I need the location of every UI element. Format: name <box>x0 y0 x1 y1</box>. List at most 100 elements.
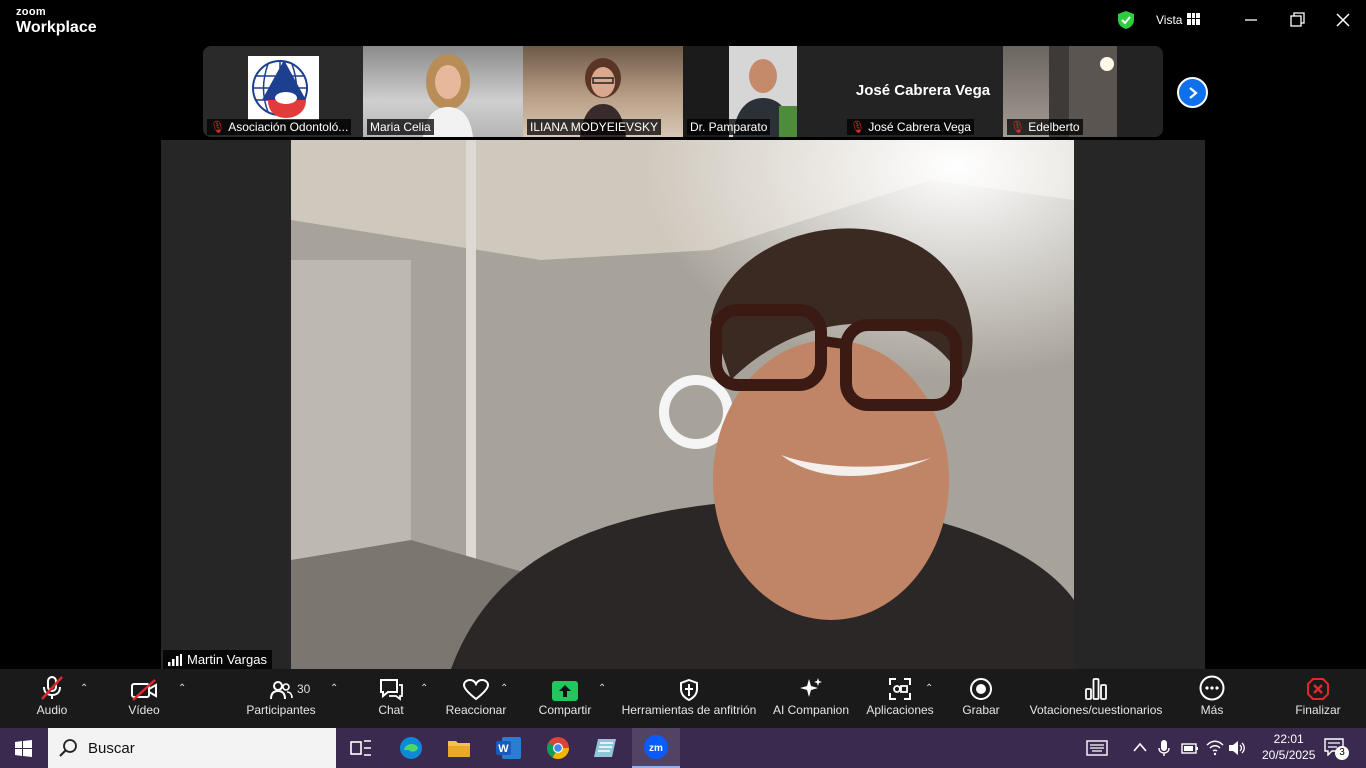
shield-icon <box>680 679 698 701</box>
participant-name: José Cabrera Vega <box>868 120 971 134</box>
react-button[interactable]: Reaccionar <box>445 669 507 728</box>
keyboard-layout-icon[interactable] <box>1086 740 1108 756</box>
volume-icon[interactable] <box>1228 740 1246 756</box>
speaker-video-frame <box>291 140 1074 669</box>
react-label: Reaccionar <box>445 703 507 717</box>
participant-name: Asociación Odontoló... <box>228 120 349 134</box>
participant-tile[interactable]: ILIANA MODYEIEVSKY <box>523 46 683 137</box>
polls-label: Votaciones/cuestionarios <box>1029 703 1163 717</box>
more-button[interactable]: Más <box>1192 669 1232 728</box>
task-view-button[interactable] <box>338 728 384 768</box>
participant-name: Edelberto <box>1028 120 1080 134</box>
record-button[interactable]: Grabar <box>960 669 1002 728</box>
participant-name: Dr. Pamparato <box>690 120 768 134</box>
search-placeholder: Buscar <box>88 739 135 757</box>
participants-button[interactable]: Participantes <box>245 669 317 728</box>
participant-name: Maria Celia <box>370 120 431 134</box>
apps-options-chevron-icon[interactable]: ⌃ <box>925 683 933 694</box>
audio-options-chevron-icon[interactable]: ⌃ <box>80 683 88 694</box>
brand-top: zoom <box>16 6 46 18</box>
file-explorer-button[interactable] <box>436 728 482 768</box>
chat-button[interactable]: Chat <box>370 669 412 728</box>
video-button[interactable]: Vídeo <box>122 669 166 728</box>
participants-options-chevron-icon[interactable]: ⌃ <box>330 683 338 694</box>
clock-date: 20/5/2025 <box>1262 748 1316 762</box>
zoom-icon: zm <box>644 735 668 759</box>
audio-label: Audio <box>36 703 68 717</box>
host-tools-button[interactable]: Herramientas de anfitrión <box>620 669 758 728</box>
notifications-button[interactable]: 3 <box>1324 738 1350 760</box>
participant-tile[interactable]: 🎙 Edelberto <box>1003 46 1117 137</box>
next-page-button[interactable] <box>1177 77 1208 108</box>
app-button[interactable] <box>583 728 629 768</box>
clock-time: 22:01 <box>1273 732 1304 746</box>
notes-app-icon <box>594 739 616 757</box>
end-meeting-button[interactable]: Finalizar <box>1294 669 1342 728</box>
chrome-icon <box>547 737 569 759</box>
polls-button[interactable]: Votaciones/cuestionarios <box>1028 669 1164 728</box>
title-bar: zoom Workplace Vista <box>0 0 1366 42</box>
camera-off-icon <box>131 679 157 701</box>
share-options-chevron-icon[interactable]: ⌃ <box>598 683 606 694</box>
chat-label: Chat <box>378 703 404 717</box>
windows-start-icon[interactable] <box>15 740 32 757</box>
restore-icon[interactable] <box>1287 10 1307 30</box>
audio-button[interactable]: Audio <box>30 669 74 728</box>
meeting-toolbar: Audio ⌃ Vídeo ⌃ Participantes 30 ⌃ Chat … <box>0 669 1366 728</box>
chevron-right-icon <box>1188 86 1198 99</box>
windows-taskbar: Buscar W zm 22:01 20/5/2025 3 <box>0 728 1366 768</box>
system-clock[interactable]: 22:01 20/5/2025 <box>1262 731 1315 763</box>
share-screen-icon <box>552 681 578 701</box>
sparkle-icon <box>800 678 822 697</box>
word-icon: W <box>496 737 521 759</box>
participant-tile[interactable]: Maria Celia <box>363 46 523 137</box>
view-menu-label[interactable]: Vista <box>1156 13 1182 27</box>
chat-options-chevron-icon[interactable]: ⌃ <box>420 683 428 694</box>
participant-label: Dr. Pamparato <box>687 119 771 135</box>
signal-strength-icon <box>168 653 182 666</box>
apps-icon <box>889 678 911 700</box>
video-label: Vídeo <box>128 703 160 717</box>
participant-tile[interactable]: Dr. Pamparato <box>683 46 797 137</box>
folder-icon <box>448 741 470 757</box>
share-button[interactable]: Compartir <box>535 669 595 728</box>
chevron-up-icon[interactable] <box>1133 742 1147 752</box>
more-icon <box>1199 675 1225 701</box>
participant-label: 🎙 Edelberto <box>1007 119 1083 135</box>
svg-text:W: W <box>498 743 509 755</box>
word-app-button[interactable]: W <box>486 728 532 768</box>
participants-count: 30 <box>297 682 311 696</box>
participant-label: 🎙 Asociación Odontoló... <box>207 119 352 135</box>
video-options-chevron-icon[interactable]: ⌃ <box>178 683 186 694</box>
end-icon <box>1307 678 1329 700</box>
edge-icon <box>400 737 422 759</box>
main-video-stage: Martin Vargas <box>161 140 1205 669</box>
wifi-icon[interactable] <box>1206 740 1224 756</box>
ai-companion-label: AI Companion <box>772 703 850 717</box>
taskbar-search-input[interactable]: Buscar <box>48 728 336 768</box>
ai-companion-button[interactable]: AI Companion <box>770 669 852 728</box>
close-icon[interactable] <box>1333 10 1353 30</box>
more-label: Más <box>1200 703 1224 717</box>
battery-icon[interactable] <box>1181 741 1199 755</box>
security-shield-icon[interactable] <box>1116 10 1136 30</box>
zoom-app-button[interactable]: zm <box>632 728 680 768</box>
chrome-app-button[interactable] <box>535 728 581 768</box>
participant-strip: 🎙 Asociación Odontoló... Maria Celia ILI… <box>203 46 1163 137</box>
participant-label: ILIANA MODYEIEVSKY <box>527 119 662 135</box>
chat-icon <box>380 679 403 701</box>
svg-text:zm: zm <box>649 743 663 754</box>
microphone-icon[interactable] <box>1158 739 1170 757</box>
react-options-chevron-icon[interactable]: ⌃ <box>500 683 508 694</box>
minimize-icon[interactable] <box>1241 10 1261 30</box>
muted-mic-icon: 🎙 <box>210 120 226 134</box>
end-label: Finalizar <box>1295 703 1341 717</box>
speaker-name: Martin Vargas <box>187 652 267 667</box>
muted-mic-icon: 🎙 <box>850 120 866 134</box>
apps-button[interactable]: Aplicaciones <box>864 669 936 728</box>
heart-icon <box>463 679 489 701</box>
edge-app-button[interactable] <box>388 728 434 768</box>
participant-tile[interactable]: 🎙 Asociación Odontoló... <box>203 46 363 137</box>
share-label: Compartir <box>538 703 592 717</box>
grid-view-icon[interactable] <box>1187 13 1200 25</box>
